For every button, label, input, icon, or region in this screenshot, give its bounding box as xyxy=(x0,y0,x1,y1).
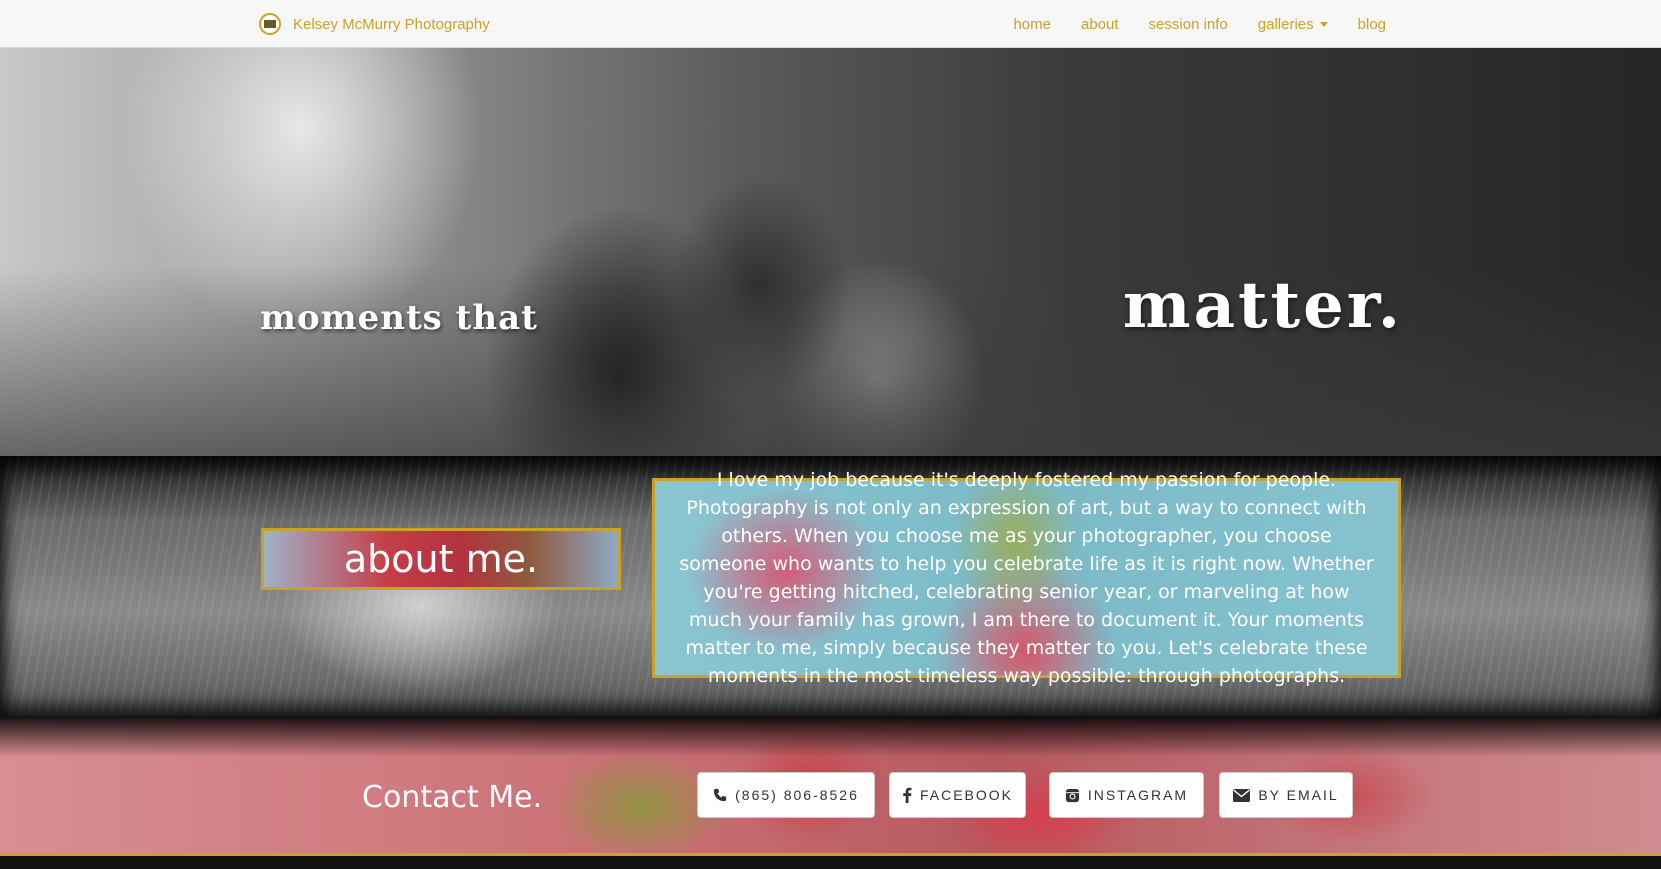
nav-galleries-label: galleries xyxy=(1257,15,1314,33)
contact-section: Contact Me. (865) 806-8526 FACEBOOK INST… xyxy=(0,716,1661,856)
brand-name: Kelsey McMurry Photography xyxy=(293,15,490,33)
nav-about[interactable]: about xyxy=(1066,16,1134,33)
phone-label: (865) 806-8526 xyxy=(735,787,859,803)
about-paragraph: I love my job because it's deeply foster… xyxy=(679,469,1374,687)
hero-photo-overlay xyxy=(0,266,1661,456)
hero-banner: moments that matter. xyxy=(0,48,1661,456)
top-navbar: Kelsey McMurry Photography home about se… xyxy=(0,0,1661,48)
caret-down-icon xyxy=(1319,21,1328,27)
about-title: about me. xyxy=(343,537,539,581)
nav-galleries-dropdown[interactable]: galleries xyxy=(1243,16,1343,33)
phone-button[interactable]: (865) 806-8526 xyxy=(697,772,875,818)
nav-home[interactable]: home xyxy=(998,16,1066,33)
email-label: BY EMAIL xyxy=(1258,787,1339,803)
facebook-icon xyxy=(902,787,912,803)
phone-icon xyxy=(713,788,727,802)
envelope-icon xyxy=(1233,788,1251,802)
about-text-box: I love my job because it's deeply foster… xyxy=(652,469,1401,687)
instagram-button[interactable]: INSTAGRAM xyxy=(1049,772,1204,818)
facebook-button[interactable]: FACEBOOK xyxy=(889,772,1026,818)
hero-tagline-small: moments that xyxy=(260,298,538,338)
contact-title: Contact Me. xyxy=(362,780,543,815)
about-title-box: about me. xyxy=(261,528,621,590)
email-button[interactable]: BY EMAIL xyxy=(1219,772,1353,818)
nav-session-info[interactable]: session info xyxy=(1134,16,1243,33)
about-section: about me. I love my job because it's dee… xyxy=(0,456,1661,716)
hero-tagline-big: matter. xyxy=(1122,268,1403,343)
nav-blog[interactable]: blog xyxy=(1343,16,1401,33)
instagram-label: INSTAGRAM xyxy=(1087,787,1189,803)
nav-links: home about session info galleries blog xyxy=(998,0,1401,48)
brand-logo-icon xyxy=(259,13,281,35)
instagram-icon xyxy=(1065,788,1080,803)
brand-link[interactable]: Kelsey McMurry Photography xyxy=(259,12,490,36)
facebook-label: FACEBOOK xyxy=(919,787,1014,803)
footer-strip xyxy=(0,859,1661,869)
